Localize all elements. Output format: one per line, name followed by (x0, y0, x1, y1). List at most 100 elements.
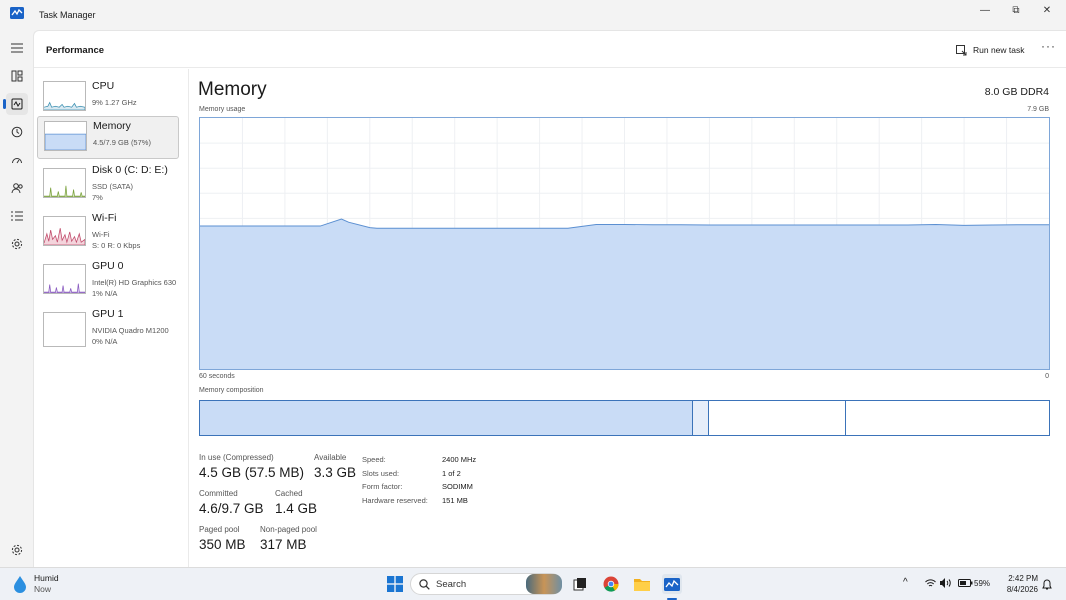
graph-time-label: 60 seconds (199, 373, 235, 380)
resource-detail: 1% N/A (92, 289, 118, 298)
tray-overflow-chevron-up-icon[interactable]: ^ (903, 577, 908, 588)
wifi-icon[interactable] (925, 579, 936, 588)
detail-title: Memory (198, 79, 267, 100)
chrome-icon (603, 576, 619, 592)
resource-item-cpu[interactable]: CPU 9% 1.27 GHz (37, 77, 179, 120)
resource-detail: Wi-Fi (92, 230, 110, 239)
nav-users[interactable] (6, 177, 28, 199)
hamburger-icon (11, 43, 23, 53)
nav-settings[interactable] (6, 539, 28, 561)
run-new-task-button[interactable]: Run new task (956, 42, 1025, 58)
resource-item-wifi[interactable]: Wi-Fi Wi-Fi S: 0 R: 0 Kbps (37, 209, 179, 252)
spec-row: Hardware reserved: 151 MB (362, 494, 476, 508)
title-bar: Task Manager — ⧉ ✕ (0, 0, 1066, 30)
wifi-thumbnail-graph (43, 216, 86, 246)
main-panel: Performance Run new task ··· CPU 9% 1.27… (33, 30, 1066, 568)
stat-label: In use (Compressed) (199, 453, 274, 462)
notification-bell-icon[interactable] (1042, 579, 1052, 590)
run-new-task-label: Run new task (973, 45, 1025, 55)
search-icon (419, 578, 430, 590)
battery-percent: 59% (974, 579, 991, 588)
stat-label: Non-paged pool (260, 525, 317, 534)
humidity-droplet-icon (14, 576, 26, 593)
windows-logo-icon (387, 576, 403, 592)
resource-name: GPU 0 (92, 260, 124, 272)
taskbar-app-task-view[interactable] (570, 574, 590, 594)
gpu1-thumbnail-graph (43, 312, 86, 347)
restore-button[interactable]: ⧉ (999, 0, 1033, 20)
spec-row: Form factor: SODIMM (362, 480, 476, 494)
nav-details[interactable] (6, 205, 28, 227)
resource-detail: 0% N/A (92, 337, 118, 346)
resource-detail: 4.5/7.9 GB (57%) (93, 138, 151, 147)
resource-item-memory[interactable]: Memory 4.5/7.9 GB (57%) (37, 116, 179, 159)
memory-usage-max: 7.9 GB (1027, 106, 1049, 113)
battery-icon[interactable] (958, 579, 973, 587)
clock-date: 8/4/2026 (1006, 585, 1038, 594)
close-button[interactable]: ✕ (1030, 0, 1064, 20)
task-view-icon (573, 578, 586, 591)
stat-value: 350 MB (199, 537, 246, 552)
taskbar-app-chrome[interactable] (601, 574, 621, 594)
start-button[interactable] (385, 574, 405, 594)
memory-usage-graph (199, 117, 1050, 370)
resource-name: Memory (93, 120, 131, 132)
hamburger-menu-button[interactable] (6, 37, 28, 59)
resource-item-disk[interactable]: Disk 0 (C: D: E:) SSD (SATA) 7% (37, 161, 179, 204)
more-options-button[interactable]: ··· (1041, 39, 1056, 53)
clock-time: 2:42 PM (1008, 574, 1038, 583)
users-icon (11, 183, 23, 194)
stat-label: Available (314, 453, 347, 462)
volume-icon[interactable] (940, 578, 952, 588)
memory-thumbnail-graph (44, 121, 87, 151)
memory-composition-bar (199, 400, 1050, 436)
stat-value: 4.5 GB (57.5 MB) (199, 465, 305, 480)
speedometer-icon (12, 158, 22, 164)
resource-detail: 7% (92, 193, 103, 202)
memory-usage-area (200, 218, 1049, 369)
stat-value: 4.6/9.7 GB (199, 501, 264, 516)
resource-item-gpu1[interactable]: GPU 1 NVIDIA Quadro M1200 0% N/A (37, 305, 179, 348)
taskbar-app-task-manager[interactable] (662, 574, 682, 594)
memory-composition-label: Memory composition (199, 387, 264, 394)
page-title: Performance (46, 45, 105, 56)
stat-non-paged-pool: Non-paged pool 317 MB (260, 525, 317, 552)
stat-label: Committed (199, 489, 238, 498)
minimize-button[interactable]: — (968, 0, 1002, 20)
spec-value: 1 of 2 (442, 468, 461, 478)
composition-segment-in-use (200, 401, 694, 435)
graph-time-end: 0 (1045, 373, 1049, 380)
taskbar-clock[interactable]: 2:42 PM 8/4/2026 (998, 573, 1038, 595)
composition-segment-standby (709, 401, 847, 435)
taskbar-app-file-explorer[interactable] (632, 574, 652, 594)
resource-detail: Intel(R) HD Graphics 630 (92, 278, 177, 287)
nav-processes[interactable] (6, 65, 28, 87)
nav-startup-apps[interactable] (6, 149, 28, 171)
stat-value: 1.4 GB (275, 501, 318, 516)
stat-available: Available 3.3 GB (314, 453, 356, 480)
nav-services[interactable] (6, 233, 28, 255)
processes-icon (11, 70, 23, 82)
resource-list: CPU 9% 1.27 GHz Memory 4.5/7.9 GB (57%) … (34, 69, 189, 568)
stat-committed: Committed 4.6/9.7 GB (199, 489, 264, 516)
weather-sub: Now (34, 584, 52, 594)
nav-app-history[interactable] (6, 121, 28, 143)
weather-widget[interactable]: Humid Now (12, 573, 59, 595)
run-task-icon (956, 44, 967, 55)
resource-name: GPU 1 (92, 308, 124, 320)
history-icon (11, 126, 23, 138)
task-manager-app-icon (10, 7, 24, 19)
resource-detail: NVIDIA Quadro M1200 (92, 326, 169, 335)
services-gear-icon (11, 238, 23, 250)
spec-row: Speed: 2400 MHz (362, 453, 476, 467)
resource-item-gpu0[interactable]: GPU 0 Intel(R) HD Graphics 630 1% N/A (37, 257, 179, 300)
memory-spec-table: Speed: 2400 MHz Slots used: 1 of 2 Form fa… (362, 453, 476, 507)
stat-label: Cached (275, 489, 303, 498)
search-highlight-image[interactable] (526, 574, 562, 594)
composition-segment-modified (693, 401, 709, 435)
resource-name: CPU (92, 80, 115, 92)
performance-icon (11, 98, 23, 110)
spec-key: Form factor: (362, 482, 403, 492)
nav-performance[interactable] (3, 93, 28, 115)
resource-detail: SSD (SATA) (92, 182, 133, 191)
